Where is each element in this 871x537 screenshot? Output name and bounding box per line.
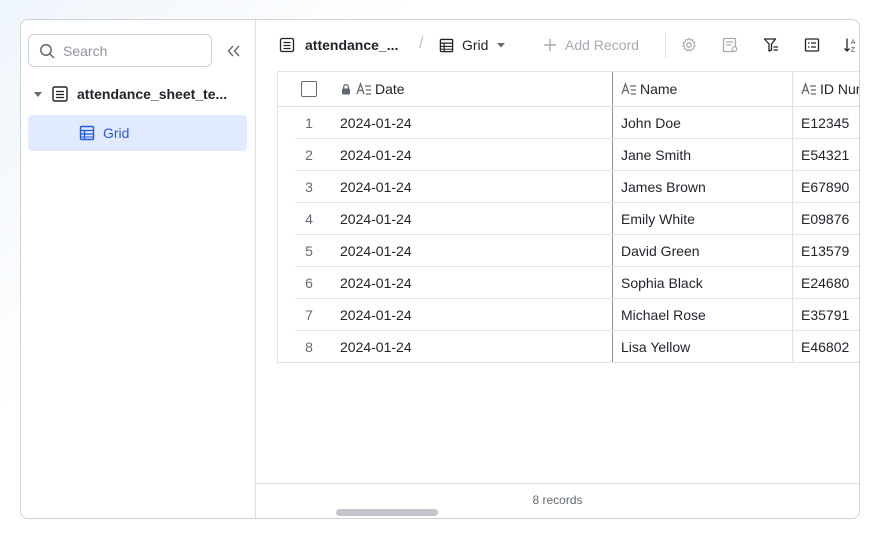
record-count: 8 records — [532, 493, 583, 507]
chevron-down-icon — [497, 43, 506, 48]
sort-icon[interactable]: AZ — [843, 37, 859, 53]
row-index: 7 — [305, 307, 313, 323]
id-cell[interactable]: E09876 — [792, 203, 859, 235]
name-cell[interactable]: Lisa Yellow — [612, 331, 792, 362]
table-row[interactable]: 1 2024-01-24 John Doe E12345 — [278, 107, 859, 139]
table-row[interactable]: 3 2024-01-24 James Brown E67890 — [278, 171, 859, 203]
add-record-button[interactable]: Add Record — [543, 37, 639, 53]
name-cell[interactable]: John Doe — [612, 107, 792, 139]
svg-text:A: A — [851, 39, 856, 46]
main-area: attendance_... / Grid Add Record A Z Dat… — [256, 20, 859, 518]
search-row: Search — [28, 34, 242, 67]
settings-icon[interactable] — [681, 37, 697, 53]
group-icon[interactable] — [804, 37, 820, 53]
sidebar-view-label: Grid — [103, 125, 130, 141]
horizontal-scrollbar[interactable] — [336, 509, 438, 516]
column-header-label: Name — [640, 81, 678, 97]
lock-icon — [342, 84, 350, 95]
text-field-icon — [801, 82, 816, 95]
row-index: 6 — [305, 275, 313, 291]
date-cell[interactable]: 2024-01-24 — [340, 211, 612, 227]
id-cell[interactable]: E12345 — [792, 107, 859, 139]
text-field-icon — [621, 82, 636, 95]
toolbar-divider — [665, 32, 666, 58]
add-record-label: Add Record — [565, 37, 639, 53]
table-row[interactable]: 8 2024-01-24 Lisa Yellow E46802 — [278, 331, 859, 362]
row-index: 8 — [305, 339, 313, 355]
column-header-date[interactable]: Date — [340, 81, 612, 97]
id-cell[interactable]: E67890 — [792, 171, 859, 203]
date-cell[interactable]: 2024-01-24 — [340, 307, 612, 323]
sidebar: Search attendance_sheet_te... Grid — [21, 20, 256, 518]
name-cell[interactable]: Michael Rose — [612, 299, 792, 331]
table-row[interactable]: 2 2024-01-24 Jane Smith E54321 — [278, 139, 859, 171]
select-all-checkbox[interactable] — [301, 81, 317, 97]
column-header-label: ID Num — [820, 81, 859, 97]
plus-icon — [544, 39, 556, 51]
sidebar-item-grid-view[interactable]: Grid — [28, 115, 247, 151]
breadcrumb-separator: / — [419, 35, 424, 52]
filter-icon[interactable] — [763, 37, 779, 53]
name-cell[interactable]: Emily White — [612, 203, 792, 235]
app-window: Search attendance_sheet_te... Grid atten… — [20, 19, 860, 519]
table-icon — [51, 85, 69, 103]
view-switcher-label: Grid — [462, 37, 489, 53]
row-index: 1 — [305, 115, 313, 131]
data-grid: Date Name ID Num 1 2024-01-24 John Doe E… — [277, 71, 859, 363]
search-input[interactable]: Search — [28, 34, 212, 67]
id-cell[interactable]: E54321 — [792, 139, 859, 171]
toolbar-table-label: attendance_... — [305, 37, 399, 53]
name-cell[interactable]: David Green — [612, 235, 792, 267]
table-row[interactable]: 5 2024-01-24 David Green E13579 — [278, 235, 859, 267]
column-header-label: Date — [375, 81, 405, 97]
id-cell[interactable]: E35791 — [792, 299, 859, 331]
table-row[interactable]: 6 2024-01-24 Sophia Black E24680 — [278, 267, 859, 299]
row-index: 4 — [305, 211, 313, 227]
text-field-icon — [356, 82, 371, 95]
search-placeholder: Search — [63, 42, 108, 59]
date-cell[interactable]: 2024-01-24 — [340, 115, 612, 131]
collapse-sidebar-icon[interactable] — [226, 43, 242, 59]
row-index: 3 — [305, 179, 313, 195]
grid-header-row: Date Name ID Num — [278, 72, 859, 107]
svg-text:Z: Z — [851, 47, 855, 54]
name-cell[interactable]: Jane Smith — [612, 139, 792, 171]
view-switcher[interactable]: Grid — [439, 37, 506, 53]
date-cell[interactable]: 2024-01-24 — [340, 339, 612, 355]
id-cell[interactable]: E24680 — [792, 267, 859, 299]
row-index: 2 — [305, 147, 313, 163]
date-cell[interactable]: 2024-01-24 — [340, 147, 612, 163]
id-cell[interactable]: E46802 — [792, 331, 859, 362]
toolbar-table-name[interactable]: attendance_... — [279, 37, 398, 53]
grid-view-icon — [79, 125, 95, 141]
form-icon[interactable] — [722, 37, 738, 53]
id-cell[interactable]: E13579 — [792, 235, 859, 267]
sidebar-table-label: attendance_sheet_te... — [77, 86, 228, 102]
row-index: 5 — [305, 243, 313, 259]
table-row[interactable]: 4 2024-01-24 Emily White E09876 — [278, 203, 859, 235]
date-cell[interactable]: 2024-01-24 — [340, 179, 612, 195]
search-icon — [40, 43, 55, 58]
grid-view-icon — [439, 38, 454, 52]
date-cell[interactable]: 2024-01-24 — [340, 243, 612, 259]
select-all-cell — [278, 81, 340, 97]
date-cell[interactable]: 2024-01-24 — [340, 275, 612, 291]
caret-down-icon[interactable] — [33, 89, 43, 99]
column-header-id-number[interactable]: ID Num — [792, 72, 859, 106]
toolbar: attendance_... / Grid Add Record A Z — [256, 20, 859, 70]
table-icon — [279, 37, 295, 53]
table-row[interactable]: 7 2024-01-24 Michael Rose E35791 — [278, 299, 859, 331]
name-cell[interactable]: James Brown — [612, 171, 792, 203]
sidebar-item-table[interactable]: attendance_sheet_te... — [33, 82, 227, 106]
column-header-name[interactable]: Name — [612, 72, 792, 106]
name-cell[interactable]: Sophia Black — [612, 267, 792, 299]
